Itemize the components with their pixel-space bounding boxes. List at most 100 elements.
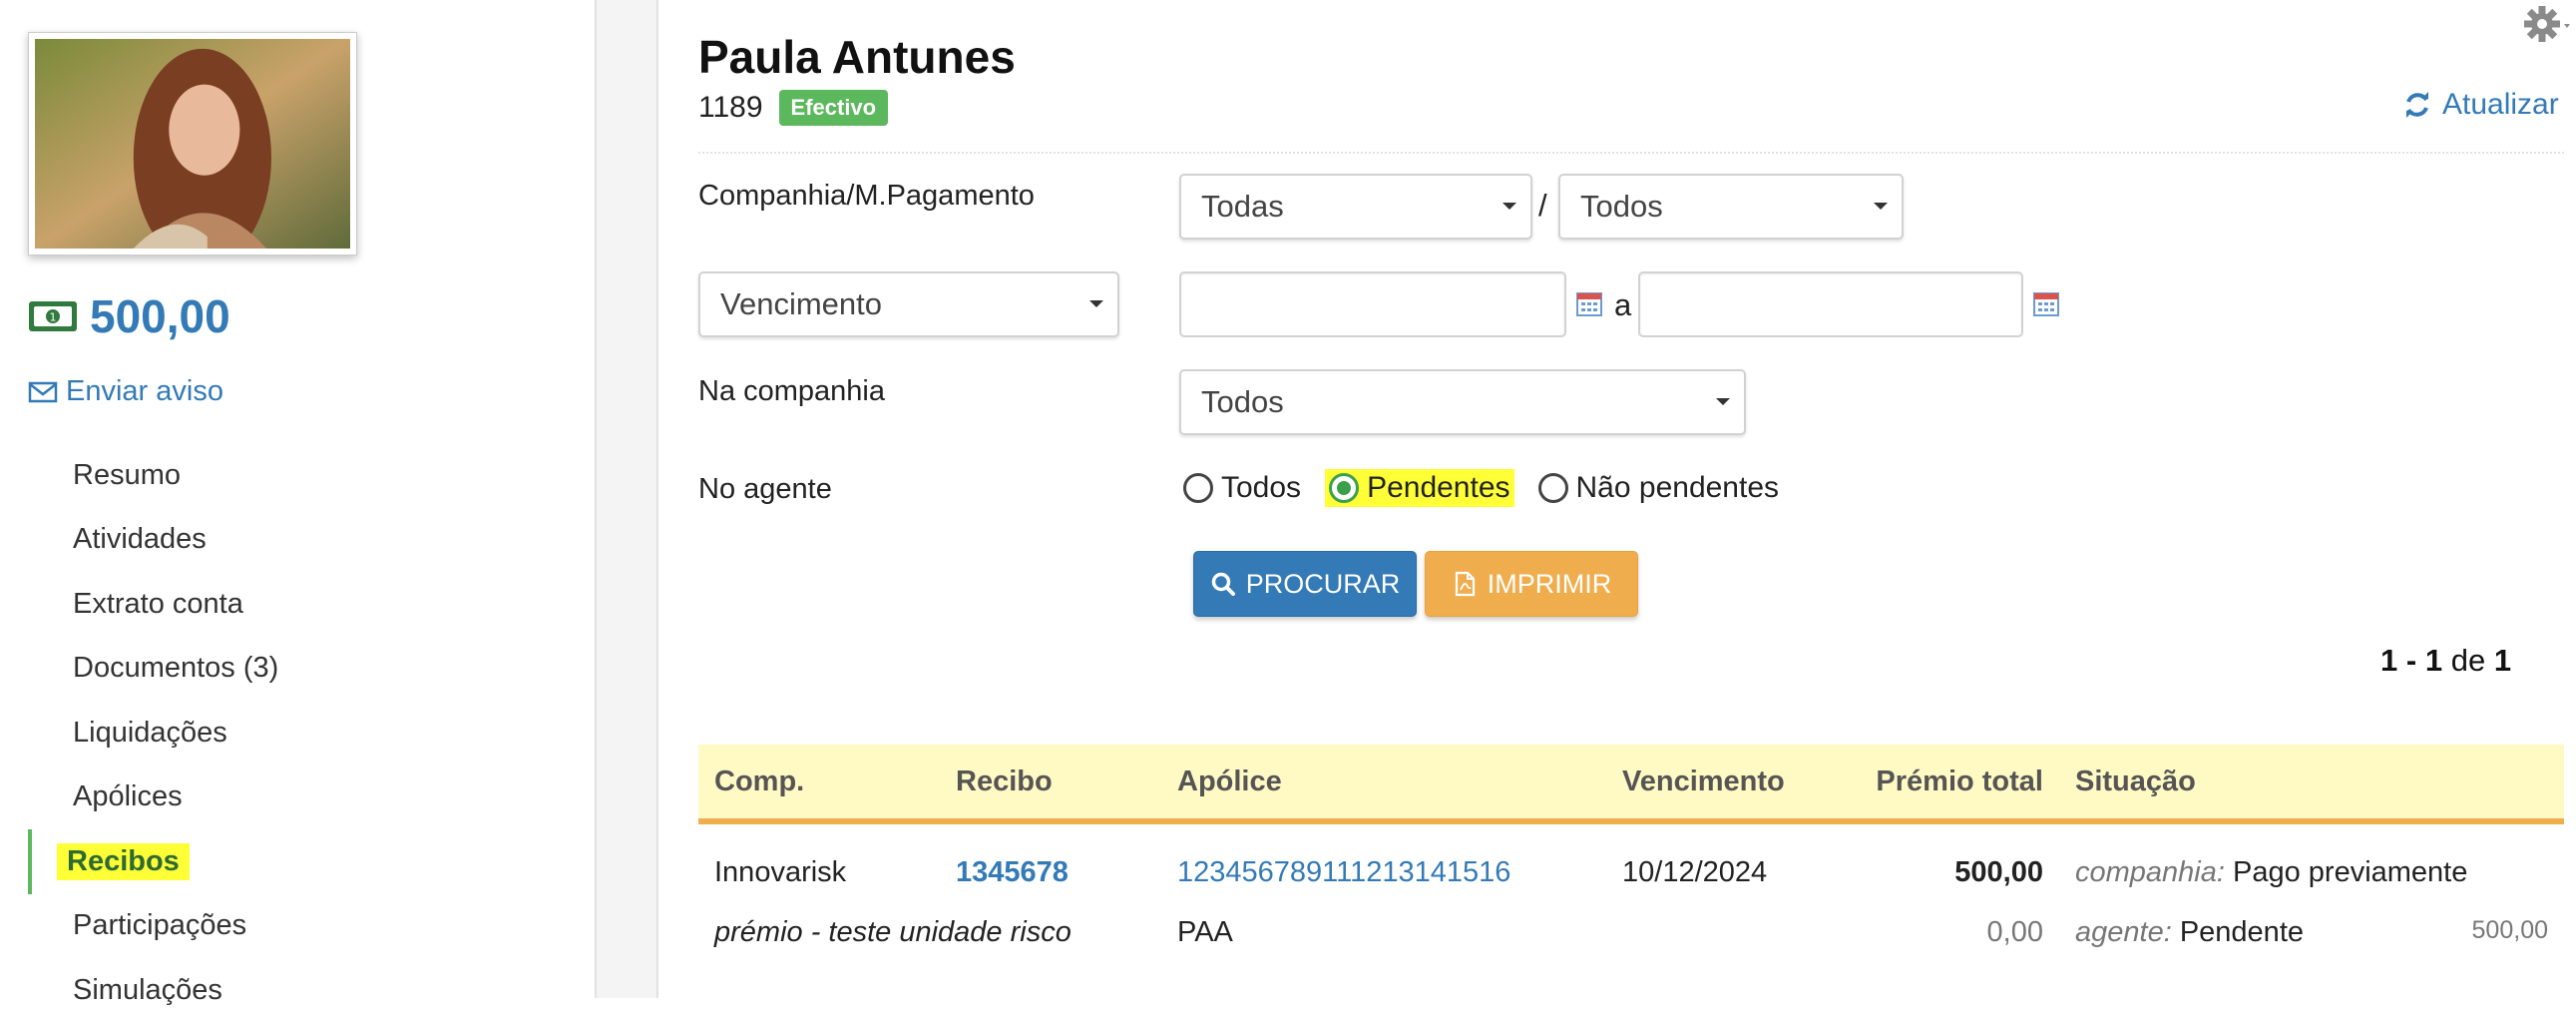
pager-total: 1 bbox=[2493, 643, 2512, 678]
header-divider bbox=[698, 152, 2564, 154]
date-type-select[interactable]: Vencimento bbox=[698, 271, 1119, 337]
column-header-situacao[interactable]: Situação bbox=[2059, 745, 2564, 824]
receipt-link[interactable]: 1345678 bbox=[956, 856, 1069, 888]
sidebar-item-documentos[interactable]: Documentos (3) bbox=[28, 637, 587, 702]
column-header-premio-total[interactable]: Prémio total bbox=[1838, 745, 2059, 824]
cell-company: Innovarisk bbox=[714, 855, 847, 888]
slash-separator: / bbox=[1538, 188, 1547, 223]
print-button-label: IMPRIMIR bbox=[1487, 568, 1612, 599]
agent-status-label: agente: bbox=[2075, 915, 2172, 948]
pager-from: 1 bbox=[2380, 643, 2398, 678]
sidebar-item-label: Participações bbox=[73, 909, 247, 942]
envelope-icon bbox=[28, 381, 58, 402]
sidebar-item-label: Extrato conta bbox=[73, 587, 243, 620]
company-status-label: companhia: bbox=[2075, 855, 2225, 888]
radio-pendentes[interactable]: Pendentes bbox=[1325, 469, 1514, 507]
cell-due-date: 10/12/2024 bbox=[1622, 855, 1768, 888]
calendar-icon[interactable] bbox=[2033, 291, 2059, 317]
radio-nao-pendentes[interactable]: Não pendentes bbox=[1534, 469, 1784, 507]
table-row: Innovarisk 1345678 12345678911121314151​… bbox=[698, 821, 2564, 902]
cell-agent-status: agente: Pendente 500,00 bbox=[2059, 902, 2564, 962]
agent-status-radio-group: Todos Pendentes Não pendentes bbox=[1179, 469, 1803, 507]
sidebar-item-extrato-conta[interactable]: Extrato conta bbox=[28, 572, 587, 637]
radio-circle bbox=[1537, 473, 1568, 503]
send-notice-label: Enviar aviso bbox=[66, 375, 223, 407]
sidebar-item-participacoes[interactable]: Participações bbox=[28, 894, 587, 959]
cell-empty bbox=[1606, 902, 1838, 962]
status-badge: Efectivo bbox=[778, 90, 889, 126]
cell-policy-code: PAA bbox=[1177, 915, 1233, 948]
sidebar-item-label: Apólices bbox=[73, 780, 183, 813]
date-to-input[interactable] bbox=[1638, 271, 2023, 337]
in-company-select[interactable]: Todos bbox=[1179, 369, 1746, 435]
pager-to: 1 bbox=[2424, 643, 2443, 678]
radio-label: Não pendentes bbox=[1575, 471, 1780, 504]
radio-label: Pendentes bbox=[1367, 471, 1510, 504]
company-status-value: Pago previamente bbox=[2233, 855, 2468, 888]
pager-dash: - bbox=[2405, 643, 2417, 678]
in-company-label: Na companhia bbox=[698, 375, 885, 407]
sidebar-item-apolices[interactable]: Apólices bbox=[28, 766, 587, 830]
calendar-icon[interactable] bbox=[1576, 291, 1602, 317]
sidebar-item-label: Liquidações bbox=[73, 716, 227, 749]
search-button[interactable]: PROCURAR bbox=[1193, 551, 1417, 617]
sidebar-item-label: Recibos bbox=[57, 842, 190, 880]
sidebar-item-simulacoes[interactable]: Simulações bbox=[28, 958, 587, 1023]
balance-amount: 500,00 bbox=[90, 290, 230, 342]
table-header-row: Comp. Recibo Apólice Vencimento Prémio t… bbox=[698, 745, 2564, 824]
column-header-recibo[interactable]: Recibo bbox=[940, 745, 1161, 824]
column-header-apolice[interactable]: Apólice bbox=[1161, 745, 1606, 824]
cell-premium-secondary: 0,00 bbox=[1986, 915, 2043, 948]
table-row-detail: prémio - teste unidade risco PAA 0,00 ag… bbox=[698, 902, 2564, 962]
chevron-down-icon bbox=[1089, 300, 1103, 307]
agent-amount: 500,00 bbox=[2471, 915, 2548, 944]
client-code: 1189 bbox=[698, 91, 763, 124]
refresh-link[interactable]: Atualizar bbox=[2402, 88, 2559, 122]
chevron-down-icon bbox=[1503, 203, 1516, 210]
range-separator: a bbox=[1614, 287, 1632, 322]
chevron-down-icon bbox=[1716, 398, 1730, 405]
company-filter-label: Companhia/M.Pagamento bbox=[698, 180, 1035, 212]
sidebar: 1 500,00 Enviar aviso Resumo Atividades … bbox=[0, 0, 595, 1006]
page-title: Paula Antunes bbox=[698, 31, 1016, 83]
print-button[interactable]: IMPRIMIR bbox=[1425, 551, 1638, 617]
agent-filter-label: No agente bbox=[698, 473, 832, 505]
receipts-table: Comp. Recibo Apólice Vencimento Prémio t… bbox=[698, 745, 2564, 962]
panel-divider bbox=[595, 0, 658, 998]
balance: 1 500,00 bbox=[28, 289, 230, 343]
sidebar-item-label: Documentos (3) bbox=[73, 652, 279, 685]
in-company-select-value: Todos bbox=[1201, 384, 1284, 419]
cell-premium-total: 500,00 bbox=[1954, 855, 2043, 888]
cell-description: prémio - teste unidade risco bbox=[714, 915, 1072, 948]
settings-gear-icon[interactable] bbox=[2520, 2, 2576, 46]
agent-status-value: Pendente bbox=[2179, 915, 2304, 948]
client-photo bbox=[35, 39, 350, 249]
avatar bbox=[28, 32, 357, 256]
payment-method-select[interactable]: Todos bbox=[1558, 174, 1904, 240]
money-icon: 1 bbox=[29, 301, 77, 331]
sidebar-item-label: Resumo bbox=[73, 458, 181, 491]
send-notice-link[interactable]: Enviar aviso bbox=[28, 375, 223, 408]
company-select[interactable]: Todas bbox=[1179, 174, 1532, 240]
sidebar-item-recibos[interactable]: Recibos bbox=[28, 829, 587, 894]
refresh-label: Atualizar bbox=[2442, 88, 2559, 121]
radio-label: Todos bbox=[1221, 471, 1302, 504]
policy-link[interactable]: 12345678911121314151​6 bbox=[1177, 856, 1510, 888]
pagination-summary: 1 - 1 de 1 bbox=[2380, 643, 2511, 679]
pager-of: de bbox=[2450, 643, 2486, 678]
radio-circle bbox=[1329, 473, 1360, 503]
sidebar-item-atividades[interactable]: Atividades bbox=[28, 508, 587, 573]
date-from-input[interactable] bbox=[1179, 271, 1566, 337]
sidebar-item-label: Atividades bbox=[73, 523, 207, 556]
cell-company-status: companhia: Pago previamente bbox=[2059, 821, 2564, 902]
radio-todos[interactable]: Todos bbox=[1179, 469, 1305, 507]
chevron-down-icon bbox=[1874, 203, 1888, 210]
company-select-value: Todas bbox=[1201, 189, 1284, 224]
sidebar-item-label: Simulações bbox=[73, 973, 222, 1006]
search-button-label: PROCURAR bbox=[1245, 568, 1401, 599]
sidebar-item-liquidacoes[interactable]: Liquidações bbox=[28, 701, 587, 766]
column-header-comp[interactable]: Comp. bbox=[698, 745, 940, 824]
payment-select-value: Todos bbox=[1580, 189, 1663, 224]
sidebar-item-resumo[interactable]: Resumo bbox=[28, 443, 587, 508]
column-header-vencimento[interactable]: Vencimento bbox=[1606, 745, 1838, 824]
